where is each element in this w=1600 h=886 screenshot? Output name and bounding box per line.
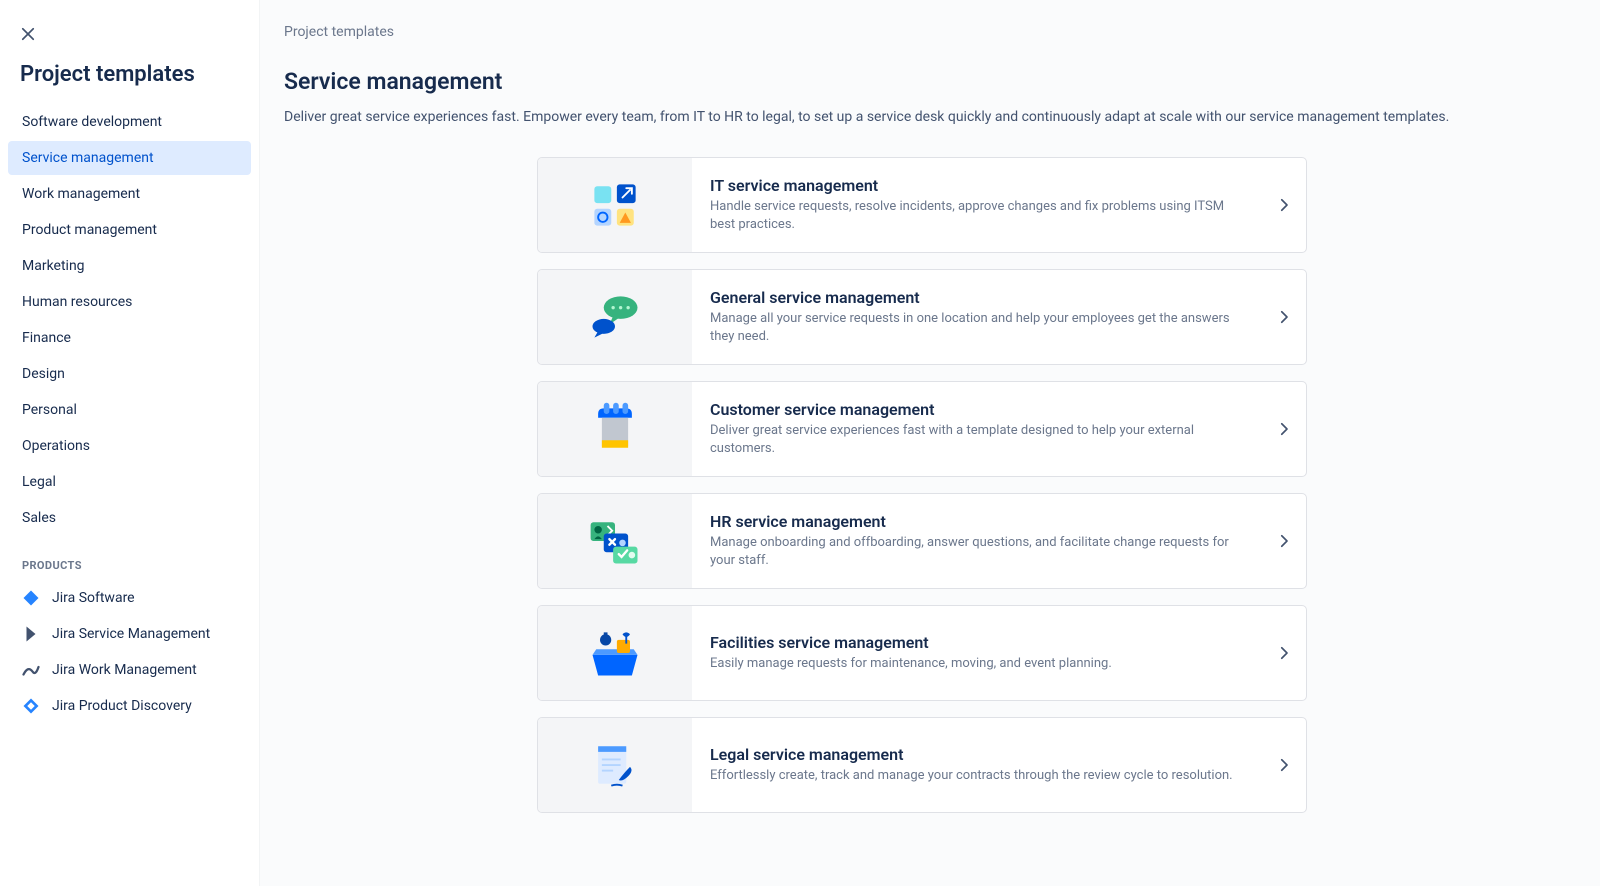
general-illustration [538,270,692,364]
jira-work-mgmt-icon [22,661,40,679]
card-description: Easily manage requests for maintenance, … [710,655,1244,673]
jira-service-mgmt-icon [22,625,40,643]
sidebar-category-personal[interactable]: Personal [8,393,251,427]
page-title: Service management [284,68,1560,95]
jira-product-discovery-icon [22,697,40,715]
template-card-legal-service-management[interactable]: Legal service management Effortlessly cr… [537,717,1307,813]
sidebar-category-product-management[interactable]: Product management [8,213,251,247]
jira-software-icon [22,589,40,607]
sidebar-category-operations[interactable]: Operations [8,429,251,463]
chevron-right-icon [1262,270,1306,364]
card-body: HR service management Manage onboarding … [692,494,1262,588]
sidebar-category-service-management[interactable]: Service management [8,141,251,175]
card-title: Customer service management [710,400,1244,419]
chevron-right-icon [1262,494,1306,588]
card-title: General service management [710,288,1244,307]
template-card-it-service-management[interactable]: IT service management Handle service req… [537,157,1307,253]
card-body: Customer service management Deliver grea… [692,382,1262,476]
main-content: Project templates Service management Del… [260,0,1600,886]
card-title: HR service management [710,512,1244,531]
card-title: IT service management [710,176,1244,195]
template-card-general-service-management[interactable]: General service management Manage all yo… [537,269,1307,365]
sidebar-category-work-management[interactable]: Work management [8,177,251,211]
breadcrumb[interactable]: Project templates [284,24,1560,40]
product-nav: Jira Software Jira Service Management Jira… [8,580,251,724]
category-nav: Software developmentService managementWo… [8,105,251,535]
sidebar-product-jira-service-management[interactable]: Jira Service Management [8,616,251,652]
product-label: Jira Work Management [52,662,197,678]
template-card-list: IT service management Handle service req… [284,157,1560,813]
template-card-customer-service-management[interactable]: Customer service management Deliver grea… [537,381,1307,477]
sidebar-category-human-resources[interactable]: Human resources [8,285,251,319]
sidebar-product-jira-software[interactable]: Jira Software [8,580,251,616]
chevron-right-icon [1262,158,1306,252]
itsm-illustration [538,158,692,252]
card-body: Legal service management Effortlessly cr… [692,718,1262,812]
sidebar-category-finance[interactable]: Finance [8,321,251,355]
card-description: Manage all your service requests in one … [710,310,1244,346]
sidebar-product-jira-product-discovery[interactable]: Jira Product Discovery [8,688,251,724]
card-body: General service management Manage all yo… [692,270,1262,364]
sidebar-category-sales[interactable]: Sales [8,501,251,535]
card-description: Handle service requests, resolve inciden… [710,198,1244,234]
card-description: Effortlessly create, track and manage yo… [710,767,1244,785]
product-label: Jira Service Management [52,626,210,642]
sidebar-category-design[interactable]: Design [8,357,251,391]
card-description: Deliver great service experiences fast w… [710,422,1244,458]
legal-illustration [538,718,692,812]
sidebar-category-software-development[interactable]: Software development [8,105,251,139]
card-body: IT service management Handle service req… [692,158,1262,252]
chevron-right-icon [1262,382,1306,476]
template-card-facilities-service-management[interactable]: Facilities service management Easily man… [537,605,1307,701]
card-title: Legal service management [710,745,1244,764]
sidebar-category-legal[interactable]: Legal [8,465,251,499]
chevron-right-icon [1262,718,1306,812]
facilities-illustration [538,606,692,700]
sidebar-title: Project templates [8,62,251,105]
sidebar: Project templates Software developmentSe… [0,0,260,886]
card-title: Facilities service management [710,633,1244,652]
close-button[interactable] [14,20,42,48]
template-card-hr-service-management[interactable]: HR service management Manage onboarding … [537,493,1307,589]
close-icon [19,25,37,43]
product-label: Jira Software [52,590,135,606]
card-body: Facilities service management Easily man… [692,606,1262,700]
product-label: Jira Product Discovery [52,698,192,714]
sidebar-category-marketing[interactable]: Marketing [8,249,251,283]
sidebar-product-jira-work-management[interactable]: Jira Work Management [8,652,251,688]
products-heading: PRODUCTS [8,537,251,580]
chevron-right-icon [1262,606,1306,700]
hr-illustration [538,494,692,588]
page-description: Deliver great service experiences fast. … [284,107,1560,127]
customer-illustration [538,382,692,476]
card-description: Manage onboarding and offboarding, answe… [710,534,1244,570]
